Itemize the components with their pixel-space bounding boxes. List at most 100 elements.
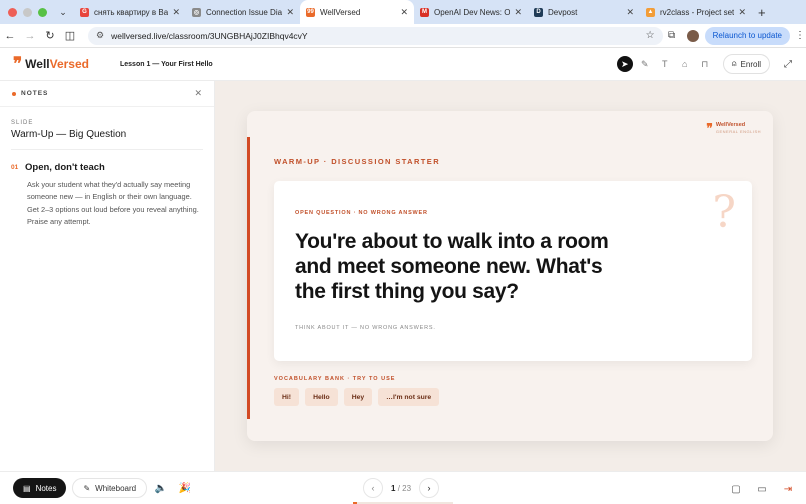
- notes-header: NOTES ✕: [0, 81, 214, 107]
- tab-label: снять квартиру в Варш: [94, 7, 169, 17]
- slide-brand-logo: ❞ WellVersed GENERAL ENGLISH: [706, 121, 761, 135]
- tab-favicon-icon: M: [420, 7, 429, 17]
- close-tab-icon[interactable]: ✕: [400, 7, 408, 18]
- browser-tab[interactable]: Gснять квартиру в Варш✕: [74, 0, 186, 24]
- notes-dot-icon: [12, 91, 16, 96]
- reload-icon[interactable]: ↻: [40, 29, 60, 42]
- vocab-chip[interactable]: Hello: [305, 388, 338, 406]
- lesson-title: Lesson 1 — Your First Hello: [120, 60, 213, 68]
- question-kicker: OPEN QUESTION · NO WRONG ANSWER: [295, 210, 428, 216]
- browser-tab[interactable]: M OpenAI Dev News: Ope✕: [414, 0, 528, 24]
- slide-brand-sub: GENERAL ENGLISH: [715, 129, 761, 134]
- forward-arrow-icon[interactable]: →: [20, 30, 40, 42]
- vocab-chip[interactable]: Hey: [343, 388, 373, 406]
- notes-toggle-button[interactable]: ▤ Notes: [13, 478, 67, 498]
- close-tab-icon[interactable]: ✕: [738, 7, 746, 18]
- new-tab-button[interactable]: +: [752, 5, 772, 20]
- vocab-chips: Hi! Hello Hey …I'm not sure: [274, 388, 440, 406]
- brand-prefix: Well: [25, 57, 50, 71]
- add-user-icon: ⍝: [731, 59, 737, 68]
- address-bar[interactable]: ⚙ wellversed.live/classroom/3UNGBHAjJ0ZI…: [88, 26, 663, 45]
- speaker-icon[interactable]: 🔈: [151, 478, 171, 498]
- next-slide-button[interactable]: ›: [419, 478, 440, 498]
- notes-panel: NOTES ✕ SLIDE Warm-Up — Big Question 01 …: [0, 81, 215, 471]
- minimize-window-button[interactable]: [23, 7, 32, 17]
- slide-brand-name: WellVersed: [715, 122, 746, 128]
- brand-suffix: Versed: [49, 57, 89, 71]
- close-tab-icon[interactable]: ✕: [172, 7, 180, 18]
- slide-stage: ❞ WellVersed GENERAL ENGLISH WARM-UP · D…: [215, 81, 806, 471]
- quote-mark-icon: ❞: [706, 121, 713, 135]
- whiteboard-button-label: Whiteboard: [95, 483, 137, 493]
- question-mark-icon: ?: [712, 187, 736, 238]
- divider: [11, 149, 203, 150]
- document-icon[interactable]: ▭: [752, 479, 772, 499]
- browser-menu-icon[interactable]: ⋮: [794, 30, 806, 41]
- question-card: ? OPEN QUESTION · NO WRONG ANSWER You're…: [274, 181, 752, 361]
- note-item: 01 Open, don't teach: [11, 162, 203, 173]
- chat-icon[interactable]: ▢: [726, 479, 746, 499]
- confetti-icon[interactable]: 🎉: [175, 478, 195, 498]
- previous-slide-button[interactable]: ‹: [363, 478, 383, 498]
- pointer-tool-icon[interactable]: ➤: [616, 56, 633, 72]
- slide-pager: ‹ 1 / 23 ›: [363, 478, 440, 498]
- site-info-icon[interactable]: ⚙: [96, 30, 104, 41]
- extensions-puzzle-icon[interactable]: ⧉: [663, 30, 681, 41]
- close-window-button[interactable]: [8, 7, 17, 17]
- vocab-chip[interactable]: …I'm not sure: [378, 388, 440, 406]
- eraser-tool-icon[interactable]: ⌂: [677, 56, 693, 72]
- enroll-button[interactable]: ⍝ Enroll: [722, 54, 770, 74]
- pen-tool-icon[interactable]: ✎: [637, 56, 653, 72]
- wellversed-logo[interactable]: ❞ WellVersed: [0, 53, 104, 74]
- note-body: Ask your student what they'd actually sa…: [27, 180, 199, 227]
- tab-favicon-icon: D: [534, 7, 543, 17]
- bookmark-star-icon[interactable]: ☆: [646, 30, 655, 41]
- url-text[interactable]: wellversed.live/classroom/3UNGBHAjJ0ZIBh…: [111, 31, 646, 41]
- leave-session-icon[interactable]: ⇥: [778, 479, 798, 499]
- tab-label: OpenAI Dev News: Ope: [434, 7, 511, 17]
- tab-strip: Gснять квартиру в Варш✕ ◎ Connection Issue…: [74, 0, 752, 24]
- relaunch-to-update-button[interactable]: Relaunch to update: [704, 26, 790, 45]
- slide-eyebrow: WARM-UP · DISCUSSION STARTER: [274, 157, 441, 166]
- annotation-toolbar: ➤ ✎ T ⌂ ⊓ ⍝ Enroll ⤢: [616, 54, 798, 74]
- tab-label: rv2class - Project settin: [660, 7, 735, 17]
- vocab-chip[interactable]: Hi!: [274, 388, 300, 406]
- close-notes-icon[interactable]: ✕: [194, 88, 202, 99]
- tab-search-dropdown-icon[interactable]: ⌄: [56, 5, 70, 19]
- slide-canvas: ❞ WellVersed GENERAL ENGLISH WARM-UP · D…: [247, 111, 773, 441]
- tab-label: Connection Issue Diagn: [206, 7, 283, 17]
- tab-favicon-icon: 99: [306, 7, 315, 17]
- accent-bar: [247, 137, 250, 419]
- slide-label: SLIDE: [11, 120, 34, 126]
- quote-mark-icon: ❞: [13, 53, 23, 74]
- window-controls: [0, 7, 56, 17]
- browser-tab[interactable]: D Devpost ✕: [528, 0, 640, 24]
- maximize-window-button[interactable]: [38, 7, 47, 17]
- notes-title: NOTES: [21, 90, 49, 97]
- back-arrow-icon[interactable]: ←: [0, 30, 20, 42]
- browser-toolbar: ← → ↻ ◫ ⚙ wellversed.live/classroom/3UNG…: [0, 24, 806, 48]
- whiteboard-button[interactable]: ✎ Whiteboard: [72, 478, 148, 498]
- enroll-label: Enroll: [740, 59, 761, 69]
- fullscreen-icon[interactable]: ⤢: [778, 54, 798, 74]
- question-text: You're about to walk into a room and mee…: [295, 230, 609, 303]
- close-tab-icon[interactable]: ✕: [286, 7, 294, 18]
- tab-favicon-icon: ▲: [646, 7, 655, 17]
- browser-tab-bar: ⌄ Gснять квартиру в Варш✕ ◎ Connection Iss…: [0, 0, 806, 24]
- tab-label: WellVersed: [320, 7, 361, 17]
- tab-favicon-icon: ◎: [192, 7, 201, 17]
- profile-avatar[interactable]: [686, 29, 699, 42]
- notes-button-label: Notes: [35, 483, 57, 493]
- browser-tab[interactable]: ▲ rv2class - Project settin ✕: [640, 0, 752, 24]
- lock-icon[interactable]: ⊓: [697, 56, 713, 72]
- text-tool-icon[interactable]: T: [657, 56, 673, 72]
- close-tab-icon[interactable]: ✕: [626, 7, 634, 18]
- app-header: ❞ WellVersed Lesson 1 — Your First Hello…: [0, 48, 806, 81]
- vocab-label: VOCABULARY BANK · TRY TO USE: [274, 376, 396, 382]
- note-number: 01: [11, 164, 19, 171]
- question-hint: THINK ABOUT IT — NO WRONG ANSWERS.: [295, 325, 436, 331]
- browser-tab[interactable]: 99 WellVersed ✕: [300, 0, 414, 24]
- sidebar-toggle-icon[interactable]: ◫: [60, 29, 80, 42]
- close-tab-icon[interactable]: ✕: [514, 7, 522, 18]
- browser-tab[interactable]: ◎ Connection Issue Diagn✕: [186, 0, 300, 24]
